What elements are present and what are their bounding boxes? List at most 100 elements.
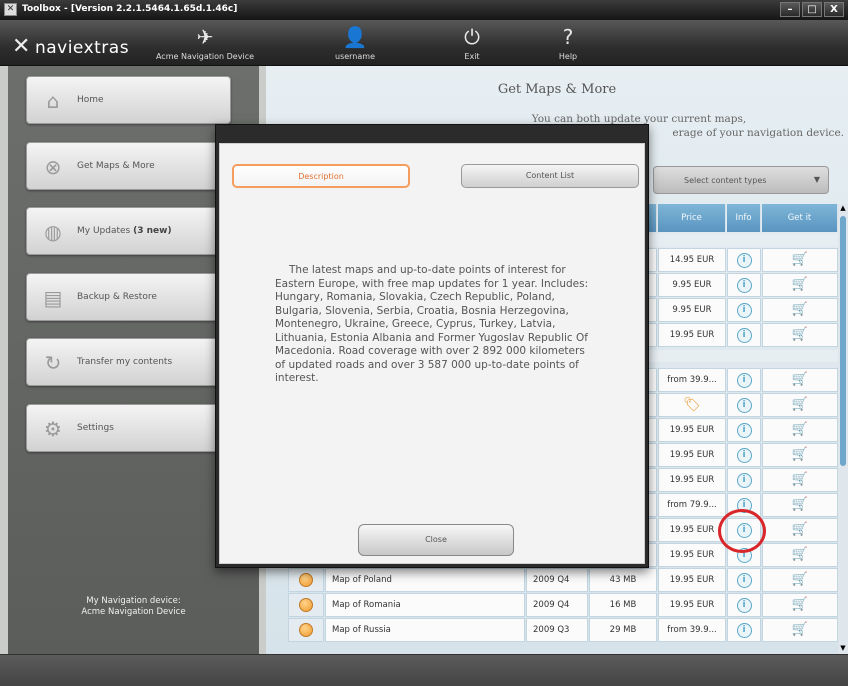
- row-info[interactable]: i: [727, 618, 761, 642]
- sidebar-item-label: Get Maps & More: [77, 161, 155, 171]
- cart-icon[interactable]: 🛒: [792, 494, 808, 516]
- help-button[interactable]: ? Help: [548, 24, 588, 61]
- cart-icon[interactable]: 🛒: [792, 594, 808, 616]
- row-info[interactable]: i: [727, 323, 761, 347]
- info-icon[interactable]: i: [736, 278, 752, 293]
- info-icon[interactable]: i: [736, 373, 752, 388]
- window-titlebar: ✕ Toolbox - [Version 2.2.1.5464.1.65d.1.…: [0, 0, 848, 20]
- row-get[interactable]: 🛒: [762, 468, 838, 492]
- row-info[interactable]: i: [727, 593, 761, 617]
- row-get[interactable]: 🛒: [762, 393, 838, 417]
- tag-icon[interactable]: 🏷: [683, 394, 701, 416]
- table-row[interactable]: Map of Romania 2009 Q4 16 MB 19.95 EUR i 🛒: [288, 593, 838, 618]
- info-icon[interactable]: i: [736, 328, 752, 343]
- cart-icon[interactable]: 🛒: [792, 324, 808, 346]
- row-get[interactable]: 🛒: [762, 298, 838, 322]
- row-price: from 39.9...: [658, 368, 726, 392]
- scroll-thumb[interactable]: [840, 216, 846, 466]
- cart-icon[interactable]: 🛒: [792, 419, 808, 441]
- dialog-body: Description Content List The latest maps…: [219, 143, 645, 564]
- cart-icon[interactable]: 🛒: [792, 274, 808, 296]
- info-icon[interactable]: i: [736, 423, 752, 438]
- minimize-button[interactable]: –: [780, 2, 800, 17]
- header-price[interactable]: Price: [658, 204, 726, 232]
- row-info[interactable]: i: [727, 418, 761, 442]
- row-get[interactable]: 🛒: [762, 323, 838, 347]
- row-price: 19.95 EUR: [658, 323, 726, 347]
- cart-icon[interactable]: 🛒: [792, 249, 808, 271]
- info-icon[interactable]: i: [736, 448, 752, 463]
- content-type-select[interactable]: Select content types ▼: [653, 166, 829, 194]
- cart-icon[interactable]: 🛒: [792, 299, 808, 321]
- info-icon[interactable]: i: [736, 398, 752, 413]
- row-info[interactable]: i: [727, 393, 761, 417]
- row-info[interactable]: i: [727, 468, 761, 492]
- row-get[interactable]: 🛒: [762, 273, 838, 297]
- sidebar-item-home[interactable]: ⌂ Home: [26, 76, 231, 124]
- cart-icon[interactable]: 🛒: [792, 394, 808, 416]
- info-icon[interactable]: i: [736, 598, 752, 613]
- gear-icon: ⚙: [44, 417, 62, 441]
- description-dialog: Description Content List The latest maps…: [215, 124, 649, 568]
- row-info[interactable]: i: [727, 248, 761, 272]
- row-get[interactable]: 🛒: [762, 518, 838, 542]
- scroll-up-icon[interactable]: ▲: [839, 204, 847, 212]
- row-get[interactable]: 🛒: [762, 248, 838, 272]
- sidebar-item-label: Backup & Restore: [77, 292, 157, 302]
- sidebar-item-backup[interactable]: ▤ Backup & Restore: [26, 273, 231, 321]
- sidebar-item-settings[interactable]: ⚙ Settings: [26, 404, 231, 452]
- row-get[interactable]: 🛒: [762, 443, 838, 467]
- sidebar-item-label: My Updates (3 new): [77, 226, 172, 236]
- row-get[interactable]: 🛒: [762, 568, 838, 592]
- cart-icon[interactable]: 🛒: [792, 369, 808, 391]
- row-info[interactable]: i: [727, 273, 761, 297]
- table-row[interactable]: Map of Russia 2009 Q3 29 MB from 39.9... i 🛒: [288, 618, 838, 643]
- status-bar: [0, 654, 848, 686]
- row-info[interactable]: i: [727, 443, 761, 467]
- top-toolbar: ✕ naviextras ✈ Acme Navigation Device 👤 u…: [0, 20, 848, 66]
- row-info[interactable]: i: [727, 298, 761, 322]
- maximize-button[interactable]: □: [802, 2, 822, 17]
- info-icon[interactable]: i: [736, 253, 752, 268]
- cart-icon[interactable]: 🛒: [792, 619, 808, 641]
- info-icon[interactable]: i: [736, 623, 752, 638]
- naviextras-logo: ✕ naviextras: [12, 34, 130, 59]
- row-get[interactable]: 🛒: [762, 368, 838, 392]
- cart-icon[interactable]: 🛒: [792, 569, 808, 591]
- sidebar-item-get-maps[interactable]: ⊗ Get Maps & More: [26, 142, 231, 190]
- cart-icon[interactable]: 🛒: [792, 544, 808, 566]
- row-size: 43 MB: [589, 568, 657, 592]
- row-info[interactable]: i: [727, 368, 761, 392]
- exit-button[interactable]: ⏻ Exit: [452, 24, 492, 61]
- row-get[interactable]: 🛒: [762, 593, 838, 617]
- home-icon: ⌂: [46, 89, 60, 113]
- row-price: 19.95 EUR: [658, 593, 726, 617]
- cart-icon[interactable]: 🛒: [792, 444, 808, 466]
- sidebar-item-my-updates[interactable]: ◍ My Updates (3 new): [26, 207, 231, 255]
- header-get[interactable]: Get it: [762, 204, 838, 232]
- table-row[interactable]: Map of Poland 2009 Q4 43 MB 19.95 EUR i 🛒: [288, 568, 838, 593]
- cart-icon[interactable]: 🛒: [792, 469, 808, 491]
- scroll-down-icon[interactable]: ▼: [839, 644, 847, 652]
- info-icon[interactable]: i: [736, 573, 752, 588]
- close-button[interactable]: Close: [358, 524, 514, 556]
- tab-description[interactable]: Description: [232, 164, 410, 188]
- row-get[interactable]: 🛒: [762, 543, 838, 567]
- row-get[interactable]: 🛒: [762, 618, 838, 642]
- table-scrollbar[interactable]: ▲ ▼: [838, 204, 848, 654]
- sidebar-item-label: Transfer my contents: [77, 357, 173, 367]
- user-button[interactable]: 👤 username: [325, 24, 385, 61]
- row-info[interactable]: i: [727, 568, 761, 592]
- close-window-button[interactable]: X: [824, 2, 844, 17]
- info-highlight-circle: [718, 509, 766, 553]
- tab-content-list[interactable]: Content List: [461, 164, 639, 188]
- header-info[interactable]: Info: [727, 204, 761, 232]
- row-get[interactable]: 🛒: [762, 418, 838, 442]
- info-icon[interactable]: i: [736, 473, 752, 488]
- row-get[interactable]: 🛒: [762, 493, 838, 517]
- sidebar-item-transfer[interactable]: ↻ Transfer my contents: [26, 338, 231, 386]
- cart-icon[interactable]: 🛒: [792, 519, 808, 541]
- info-icon[interactable]: i: [736, 303, 752, 318]
- device-button[interactable]: ✈ Acme Navigation Device: [145, 24, 265, 61]
- user-icon: 👤: [342, 25, 368, 49]
